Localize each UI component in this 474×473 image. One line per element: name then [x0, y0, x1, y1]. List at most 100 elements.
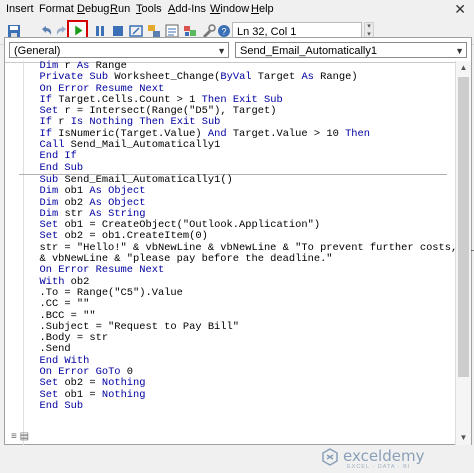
view-toggle-icons[interactable]: ≡ ▤: [11, 431, 29, 442]
exceldemy-logo: exceldemy EXCEL · DATA · BI: [321, 445, 437, 473]
menu-help[interactable]: Help: [251, 3, 274, 15]
code-keyword: As String: [89, 207, 146, 220]
menu-debug[interactable]: Debug: [77, 3, 109, 15]
code-text: Target.Value > 10: [226, 127, 346, 140]
chevron-down-icon[interactable]: ▼: [455, 43, 464, 59]
code-text: .To = Range("C5").Value: [27, 286, 183, 299]
exceldemy-logo-icon: [322, 448, 338, 466]
code-text: .BCC = "": [27, 309, 96, 322]
code-keyword: On Error Resume Next: [39, 264, 165, 277]
menu-format[interactable]: Format: [39, 3, 74, 15]
code-keyword: ByVal: [220, 71, 252, 84]
code-keyword: Then: [201, 93, 227, 106]
code-line[interactable]: End If: [27, 151, 447, 162]
menu-tools[interactable]: Tools: [136, 3, 162, 15]
code-text: Target.Cells.Count > 1: [51, 93, 202, 106]
code-text: Worksheet_Change(: [108, 71, 221, 84]
scroll-down-icon[interactable]: ▼: [456, 431, 471, 445]
code-keyword: Dim: [39, 196, 59, 209]
menu-insert[interactable]: Insert: [6, 3, 34, 15]
object-dropdown[interactable]: (General) ▼: [9, 42, 229, 58]
code-line[interactable]: Set ob1 = Nothing: [27, 388, 447, 401]
code-editor[interactable]: Dim r As Range Private Sub Worksheet_Cha…: [19, 60, 474, 412]
code-line[interactable]: End Sub: [27, 400, 447, 412]
code-text: ob1: [58, 185, 90, 198]
code-text: ob1 =: [58, 388, 102, 401]
code-keyword: Private: [39, 71, 84, 84]
code-text: r = Intersect(Range("D5"), Target): [58, 105, 277, 118]
object-dropdown-value: (General): [14, 45, 61, 57]
code-line[interactable]: Call Send_Mail_Automatically1: [27, 139, 447, 152]
worksheet-change-procedure: Dim r As Range Private Sub Worksheet_Cha…: [27, 60, 447, 174]
code-keyword: Is: [70, 116, 84, 129]
menu-run[interactable]: Run: [110, 3, 130, 15]
code-text: & vbNewLine & "please pay before the dea…: [27, 253, 333, 266]
menu-window[interactable]: Window: [210, 3, 249, 15]
exceldemy-logo-text: exceldemy: [343, 447, 425, 465]
code-text: ob2 = ob1.CreateItem(0): [58, 230, 208, 243]
procedure-dropdown-value: Send_Email_Automatically1: [240, 45, 377, 57]
code-keyword: With: [39, 275, 65, 288]
code-keyword: Sub: [39, 173, 59, 186]
code-text: Send_Email_Automatically1(): [58, 173, 233, 186]
code-keyword: As Object: [89, 185, 146, 198]
code-keyword: Sub: [89, 71, 109, 84]
menu-bar: Insert Format Debug Run Tools Add-Ins Wi…: [0, 0, 474, 19]
code-text: IsNumeric(Target.Value): [51, 127, 208, 140]
code-keyword: Call: [39, 139, 65, 152]
close-icon[interactable]: ✕: [454, 1, 466, 18]
code-keyword: If: [39, 127, 52, 140]
code-keyword: Set: [39, 388, 59, 401]
code-keyword: Exit Sub: [170, 116, 221, 129]
chevron-down-icon[interactable]: ▼: [217, 43, 226, 59]
code-text: Range): [313, 71, 358, 84]
code-keyword: Then: [139, 116, 165, 129]
code-keyword: End If: [39, 150, 77, 163]
scroll-up-icon[interactable]: ▲: [456, 61, 471, 75]
code-keyword: Exit Sub: [232, 93, 283, 106]
code-line[interactable]: End Sub: [27, 162, 447, 174]
code-keyword: As Object: [89, 196, 146, 209]
code-text: str: [58, 207, 90, 220]
code-text: ob1 = CreateObject("Outlook.Application"…: [58, 219, 321, 232]
vertical-scrollbar[interactable]: ▲ ▼: [455, 61, 471, 445]
svg-text:?: ?: [221, 27, 226, 37]
code-text: Send_Mail_Automatically1: [64, 139, 221, 152]
menu-add-ins[interactable]: Add-Ins: [168, 3, 206, 15]
code-keyword: Set: [39, 230, 59, 243]
code-line[interactable]: .To = Range("C5").Value: [27, 286, 447, 299]
code-text: .CC = "": [27, 298, 90, 311]
code-text: 0: [120, 366, 134, 379]
code-line[interactable]: .Send: [27, 344, 447, 355]
procedure-dropdown[interactable]: Send_Email_Automatically1 ▼: [235, 42, 467, 58]
run-icon[interactable]: [72, 24, 85, 37]
code-keyword: Dim: [39, 207, 59, 220]
code-keyword: Set: [39, 377, 59, 390]
code-keyword: Dim: [39, 60, 59, 72]
code-text: ob2: [58, 196, 90, 209]
code-keyword: Then: [345, 127, 371, 140]
code-keyword: If: [39, 116, 52, 129]
code-text: .Subject = "Request to Pay Bill": [27, 320, 240, 333]
code-keyword: Nothing: [101, 377, 146, 390]
code-text: Target: [251, 71, 302, 84]
code-keyword: Nothing: [89, 116, 134, 129]
scrollbar-thumb[interactable]: [458, 77, 469, 377]
code-text: ob2: [64, 275, 90, 288]
code-line[interactable]: On Error Resume Next: [27, 265, 447, 276]
code-line[interactable]: .Body = str: [27, 332, 447, 344]
